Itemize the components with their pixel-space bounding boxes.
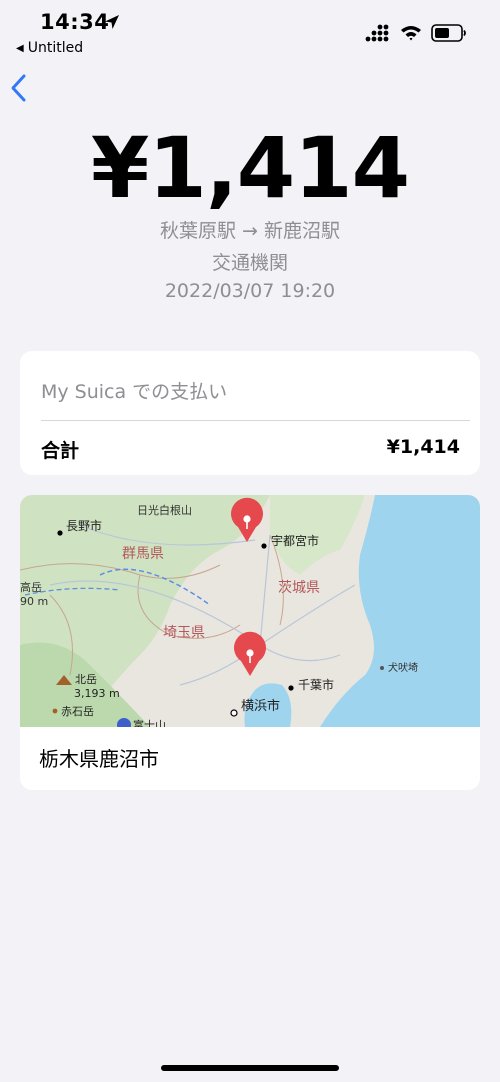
payment-card: My Suica での支払い 合計 ¥1,414: [20, 351, 480, 475]
location-card[interactable]: 日光白根山 長野市 群馬県 宇都宮市 茨城県 埼玉県 千葉市 横浜市 北岳 3,…: [20, 495, 480, 790]
map-label-inubo: 犬吠埼: [388, 661, 418, 674]
map-label-kitadake-elev: 3,193 m: [74, 687, 120, 700]
transaction-datetime: 2022/03/07 19:20: [164, 280, 336, 302]
battery-icon: [431, 24, 466, 42]
transaction-category: 交通機関: [211, 252, 288, 274]
map-label-fuji: 富士山: [133, 718, 166, 727]
location-name: 栃木県鹿沼市: [39, 747, 159, 771]
transaction-route: 秋葉原駅 → 新鹿沼駅: [160, 220, 340, 242]
map-label-akaishi: 赤石岳: [61, 705, 94, 718]
total-label: 合計: [41, 440, 80, 462]
payment-method: My Suica での支払い: [41, 381, 228, 403]
map-label-edge-elev: 90 m: [20, 595, 48, 608]
map-label-nagano: 長野市: [66, 518, 102, 533]
map-label-chiba: 千葉市: [298, 677, 334, 692]
map-label-utsunomiya: 宇都宮市: [271, 533, 319, 548]
back-triangle-icon: ◀: [16, 43, 24, 54]
map-label-edge-peak: 高岳: [20, 580, 42, 594]
map-label-yokohama: 横浜市: [241, 698, 280, 714]
back-to-app-link[interactable]: ◀ Untitled: [16, 40, 83, 56]
back-chevron-icon[interactable]: [8, 72, 32, 104]
cellular-signal-icon: [365, 24, 389, 42]
map-label-nikko: 日光白根山: [137, 503, 192, 517]
location-arrow-icon: [105, 15, 119, 29]
total-value: ¥1,414: [386, 436, 460, 458]
map-label-saitama: 埼玉県: [163, 625, 205, 641]
home-indicator[interactable]: [161, 1065, 339, 1071]
back-app-label: Untitled: [27, 40, 84, 56]
map-label-gunma: 群馬県: [122, 546, 164, 562]
status-bar: 14:34 ◀ Untitled: [0, 0, 500, 64]
status-time: 14:34: [40, 10, 110, 34]
divider: [41, 420, 470, 421]
map-label-ibaraki: 茨城県: [278, 580, 320, 596]
transaction-amount: ¥1,414: [90, 119, 410, 217]
wifi-icon: [401, 26, 421, 41]
map-label-kitadake: 北岳: [75, 673, 97, 686]
route-map[interactable]: 日光白根山 長野市 群馬県 宇都宮市 茨城県 埼玉県 千葉市 横浜市 北岳 3,…: [20, 495, 480, 727]
